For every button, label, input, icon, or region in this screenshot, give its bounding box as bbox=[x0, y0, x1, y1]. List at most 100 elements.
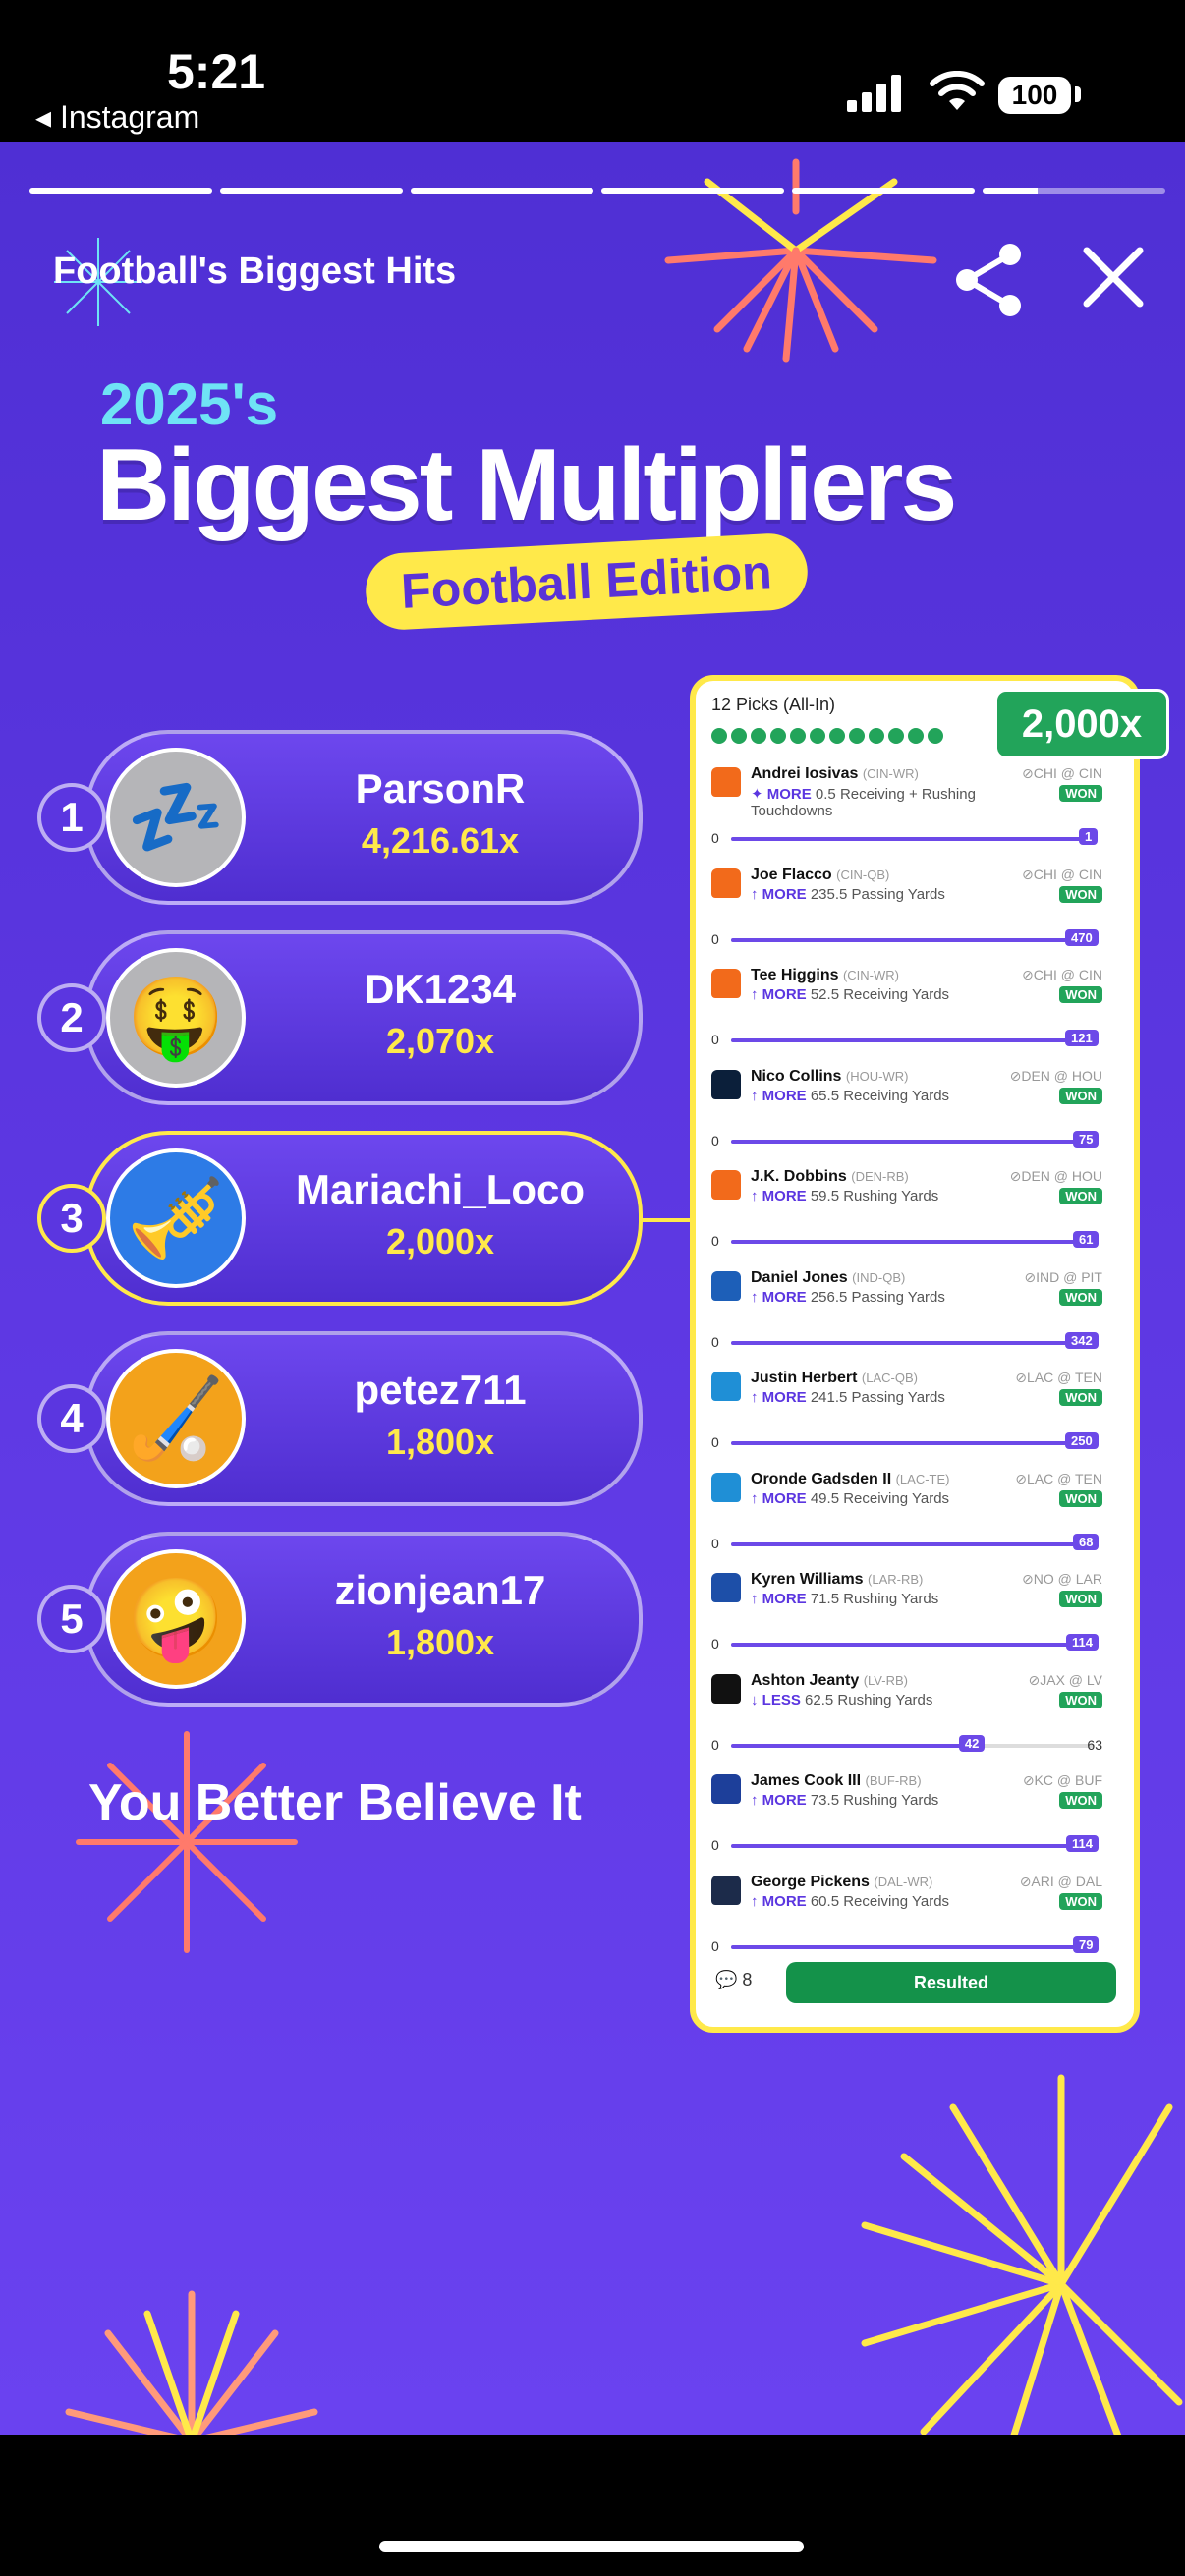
pick-row[interactable]: Ashton Jeanty (LV-RB) ↓ LESS 62.5 Rushing… bbox=[707, 1670, 1110, 1763]
pick-direction: ↑ MORE bbox=[751, 1389, 807, 1406]
stat-progress-fill bbox=[731, 1541, 1095, 1546]
game-matchup: ⊘DEN @ HOU bbox=[1009, 1168, 1102, 1184]
close-icon[interactable] bbox=[1079, 243, 1148, 311]
progress-segment bbox=[601, 188, 784, 194]
game-matchup: ⊘LAC @ TEN bbox=[1015, 1370, 1102, 1385]
pick-stat: 65.5 Receiving Yards bbox=[810, 1087, 950, 1104]
won-dot bbox=[731, 728, 747, 744]
actual-stat-badge: 250 bbox=[1065, 1432, 1099, 1449]
player-position: (LAR-RB) bbox=[868, 1572, 924, 1587]
actual-stat-badge: 75 bbox=[1073, 1130, 1100, 1148]
story-viewer[interactable]: Football's Biggest Hits 2025's Biggest M… bbox=[0, 142, 1185, 2435]
actual-stat-badge: 42 bbox=[958, 1734, 986, 1752]
pick-line: ↑ MORE 52.5 Receiving Yards bbox=[751, 986, 987, 1003]
bar-start-label: 0 bbox=[711, 1837, 719, 1853]
pick-row[interactable]: Justin Herbert (LAC-QB) ↑ MORE 241.5 Pass… bbox=[707, 1368, 1110, 1460]
comment-count[interactable]: 💬 8 bbox=[715, 1970, 752, 1990]
pick-line: ↑ MORE 235.5 Passing Yards bbox=[751, 886, 987, 903]
jersey-icon bbox=[711, 1573, 741, 1602]
pick-direction: ↑ MORE bbox=[751, 986, 807, 1003]
jersey-icon bbox=[711, 1875, 741, 1905]
won-badge: WON bbox=[1059, 1489, 1102, 1507]
progress-segment bbox=[29, 188, 212, 194]
pick-direction: ↑ MORE bbox=[751, 1288, 807, 1306]
multiplier: 1,800x bbox=[385, 1622, 495, 1662]
player-name-text: Justin Herbert bbox=[751, 1370, 858, 1386]
pick-direction: ↑ MORE bbox=[751, 1087, 807, 1104]
bar-start-label: 0 bbox=[711, 1636, 719, 1652]
won-badge: WON bbox=[1059, 1591, 1102, 1607]
back-to-instagram-link[interactable]: ◂ Instagram bbox=[35, 98, 199, 136]
home-indicator[interactable] bbox=[379, 2541, 804, 2552]
firework-bottom-left-icon bbox=[65, 2290, 318, 2435]
game-matchup: ⊘ARI @ DAL bbox=[1019, 1873, 1102, 1889]
actual-stat-badge: 342 bbox=[1065, 1331, 1099, 1349]
player-position: (DAL-WR) bbox=[874, 1874, 933, 1889]
stat-progress-fill bbox=[731, 1944, 1095, 1949]
bar-start-label: 0 bbox=[711, 930, 719, 947]
pick-row[interactable]: Daniel Jones (IND-QB) ↑ MORE 256.5 Passin… bbox=[707, 1267, 1110, 1360]
bar-start-label: 0 bbox=[711, 1032, 719, 1047]
multiplier: 1,800x bbox=[385, 1422, 495, 1462]
pick-row[interactable]: J.K. Dobbins (DEN-RB) ↑ MORE 59.5 Rushing… bbox=[707, 1166, 1110, 1259]
pick-line: ↑ MORE 59.5 Rushing Yards bbox=[751, 1188, 987, 1204]
game-matchup: ⊘IND @ PIT bbox=[1024, 1268, 1102, 1285]
jersey-icon bbox=[711, 1774, 741, 1804]
won-badge: WON bbox=[1059, 1087, 1102, 1104]
won-dot bbox=[869, 728, 884, 744]
status-bar: 5:21 ◂ Instagram 100 bbox=[0, 0, 1185, 142]
pick-row[interactable]: George Pickens (DAL-WR) ↑ MORE 60.5 Recei… bbox=[707, 1872, 1110, 1964]
pick-row[interactable]: Nico Collins (HOU-WR) ↑ MORE 65.5 Receivi… bbox=[707, 1066, 1110, 1158]
won-dot bbox=[790, 728, 806, 744]
stat-progress-track bbox=[731, 1139, 1095, 1144]
cellular-signal-icon bbox=[847, 75, 901, 112]
pick-row[interactable]: Joe Flacco (CIN-QB) ↑ MORE 235.5 Passing … bbox=[707, 865, 1110, 957]
progress-segment bbox=[220, 188, 403, 194]
stat-progress-fill bbox=[731, 1240, 1095, 1244]
highlight-connector bbox=[639, 1218, 690, 1222]
player-name: Joe Flacco (CIN-QB) bbox=[751, 867, 889, 884]
jersey-icon bbox=[711, 1372, 741, 1401]
pick-stat: 241.5 Passing Yards bbox=[810, 1389, 945, 1406]
stat-progress-track bbox=[731, 937, 1095, 942]
pick-stat: 59.5 Rushing Yards bbox=[810, 1188, 939, 1204]
won-badge: WON bbox=[1059, 1288, 1102, 1306]
bar-start-label: 0 bbox=[711, 1937, 719, 1954]
clock: 5:21 bbox=[167, 44, 266, 99]
pick-row[interactable]: Kyren Williams (LAR-RB) ↑ MORE 71.5 Rushi… bbox=[707, 1569, 1110, 1661]
bar-start-label: 0 bbox=[711, 1233, 719, 1249]
rank-number: 5 bbox=[37, 1585, 106, 1653]
progress-segment bbox=[792, 188, 975, 194]
won-badge: WON bbox=[1059, 1892, 1102, 1910]
battery-nub bbox=[1075, 86, 1081, 102]
won-dot bbox=[888, 728, 904, 744]
won-dot bbox=[770, 728, 786, 744]
resulted-button[interactable]: Resulted bbox=[786, 1962, 1116, 2003]
bar-start-label: 0 bbox=[711, 830, 719, 846]
game-matchup: ⊘CHI @ CIN bbox=[1022, 967, 1102, 982]
pick-direction: ↑ MORE bbox=[751, 1188, 807, 1204]
player-name-text: J.K. Dobbins bbox=[751, 1168, 847, 1185]
game-matchup: ⊘CHI @ CIN bbox=[1022, 765, 1102, 781]
pick-stat: 256.5 Passing Yards bbox=[810, 1288, 945, 1306]
share-icon[interactable] bbox=[951, 241, 1030, 319]
rank-number: 2 bbox=[37, 983, 106, 1052]
pick-row[interactable]: Tee Higgins (CIN-WR) ↑ MORE 52.5 Receivin… bbox=[707, 965, 1110, 1057]
won-dot bbox=[810, 728, 825, 744]
player-name-text: Daniel Jones bbox=[751, 1268, 848, 1286]
actual-stat-badge: 79 bbox=[1073, 1935, 1100, 1953]
player-position: (DEN-RB) bbox=[851, 1169, 909, 1184]
player-position: (HOU-WR) bbox=[845, 1068, 909, 1084]
player-position: (CIN-WR) bbox=[862, 766, 919, 781]
actual-stat-badge: 114 bbox=[1066, 1634, 1099, 1651]
won-badge: WON bbox=[1059, 1792, 1102, 1809]
stat-progress-fill bbox=[731, 937, 1095, 942]
pick-row[interactable]: Andrei Iosivas (CIN-WR) ✦ MORE 0.5 Receiv… bbox=[707, 763, 1110, 856]
pick-row[interactable]: James Cook III (BUF-RB) ↑ MORE 73.5 Rushi… bbox=[707, 1770, 1110, 1863]
actual-stat-badge: 1 bbox=[1079, 828, 1099, 845]
bar-start-label: 0 bbox=[711, 1736, 719, 1753]
pick-row[interactable]: Oronde Gadsden II (LAC-TE) ↑ MORE 49.5 Re… bbox=[707, 1469, 1110, 1561]
actual-stat-badge: 68 bbox=[1073, 1533, 1100, 1550]
comment-count-value: 8 bbox=[742, 1970, 753, 1989]
leaderboard-row: 5 🤪 zionjean17 1,800x bbox=[37, 1532, 643, 1708]
